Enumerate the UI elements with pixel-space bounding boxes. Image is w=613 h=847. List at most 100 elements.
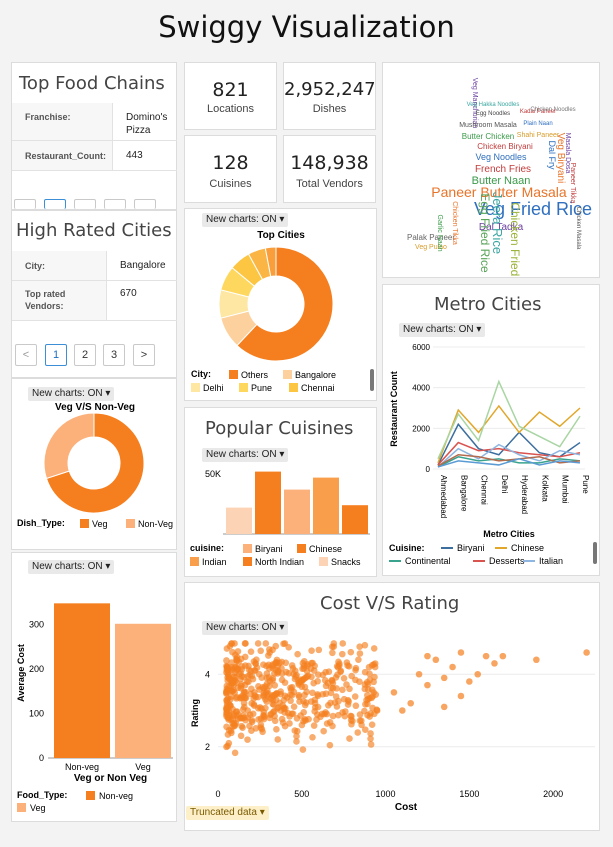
new-charts-toggle[interactable]: New charts: ON ▾ [399,323,486,337]
scatter-point [371,673,378,681]
scatter-point [329,649,336,657]
scatter-point [248,672,256,680]
cost-rating-chart: 2 4 0 500 1000 1500 2000 Cost Rating [190,640,595,813]
x-tick-label: Bangalore [459,475,468,512]
scatter-point [348,713,355,720]
scatter-point [266,646,273,653]
scatter-point [457,692,465,700]
y-axis-label: Rating [190,699,200,727]
pagination-next-button[interactable]: > [133,344,155,366]
scatter-point [223,713,230,720]
high-rated-cities-title: High Rated Cities [16,220,172,241]
word-cloud-word: Shahi Paneer [517,132,560,139]
y-tick-label: 0 [426,465,431,474]
x-tick-label: Chennai [480,475,489,505]
scatter-point [364,691,371,699]
pagination-button[interactable] [44,199,66,209]
legend-label: Non-Veg [138,519,173,529]
scatter-point [328,643,336,651]
word-cloud-word: Chicken Noodles [530,107,575,113]
x-tick-label: Non-veg [65,762,99,772]
kpi-label: Dishes [312,103,347,115]
scatter-point [399,707,406,714]
x-tick-label: Mumbai [561,475,570,504]
scatter-point [304,672,312,680]
table-value: 443 [112,141,177,171]
scatter-point [346,735,353,742]
kpi-label: Total Vendors [296,178,363,190]
scatter-point [371,660,379,667]
word-cloud-word: Garlic Naan [436,215,443,252]
table-value: Bangalore [106,251,177,281]
pagination-button[interactable] [14,199,36,209]
legend-title: Food_Type: [17,790,67,800]
popular-cuisines-chart: 50K cuisine: Biryani Chinese Indian North Ind… [190,469,370,567]
scatter-point [338,650,346,658]
y-tick-label: 6000 [412,343,430,352]
scatter-point [281,640,289,647]
table-key: Franchise: [12,103,112,141]
scatter-point [373,707,381,714]
kpi-card-locations: 821 Locations [184,62,277,130]
scatter-point [308,647,315,654]
legend-swatch [126,519,135,528]
pagination-button[interactable] [134,199,156,209]
legend-label: Veg [92,519,108,529]
page-title: Swiggy Visualization [158,10,455,44]
kpi-value: 128 [212,152,249,174]
scatter-point [276,659,283,667]
scatter-point [240,699,248,707]
scatter-point [311,704,319,711]
new-charts-toggle[interactable]: New charts: ON ▾ [28,560,115,574]
y-tick-label: 0 [39,753,44,763]
scatter-point [238,722,246,730]
scrollbar[interactable] [370,369,374,391]
scrollbar[interactable] [593,542,597,564]
truncated-data-badge[interactable]: Truncated data ▾ [186,806,269,820]
scatter-point [358,717,365,725]
table-key: Restaurant_Count: [12,141,112,171]
metro-cities-title: Metro Cities [434,294,542,315]
scatter-point [368,721,376,728]
y-tick-label: 4000 [412,384,430,393]
high-rated-cities-card: High Rated Cities City: Bangalore Top ra… [11,210,177,378]
scatter-point [281,709,289,716]
series-line [437,443,581,468]
pagination-button[interactable] [74,199,96,209]
pagination-button[interactable] [104,199,126,209]
pagination-prev-button[interactable]: < [15,344,37,366]
scatter-point [234,664,241,672]
legend-swatch [80,519,89,528]
metro-cities-card: Metro Cities New charts: ON ▾ 0 2000 4000 6… [382,284,600,576]
truncated-data-label: Truncated data [190,807,257,818]
y-axis-label: Restaurant Count [389,371,399,447]
scatter-point [296,698,303,705]
scatter-point [248,685,255,693]
scatter-point [323,710,331,718]
legend-title: cuisine: [190,543,224,553]
legend-label: Non-veg [99,791,133,801]
table-key: Top rated Vendors: [12,281,106,321]
scatter-point [361,685,369,693]
scatter-point [499,652,507,660]
scatter-point [275,704,282,711]
pagination-page-1[interactable]: 1 [45,344,67,366]
scatter-point [237,732,245,740]
scatter-point [269,696,277,704]
scatter-point [361,641,369,649]
scatter-point [352,664,360,672]
legend-swatch [191,383,200,392]
new-charts-toggle[interactable]: New charts: ON ▾ [202,213,289,227]
scatter-point [415,670,423,678]
new-charts-toggle[interactable]: New charts: ON ▾ [202,448,289,462]
pagination-page-3[interactable]: 3 [103,344,125,366]
table-value: 670 [106,281,177,321]
cost-rating-card: Cost V/S Rating New charts: ON ▾ 2 4 0 500 1… [184,582,600,831]
scatter-point [326,741,334,749]
scatter-point [265,652,272,659]
kpi-value: 2,952,247 [284,79,376,100]
kpi-label: Locations [206,103,255,115]
pagination-page-2[interactable]: 2 [74,344,96,366]
scatter-point [449,663,456,671]
scatter-point [440,674,448,682]
